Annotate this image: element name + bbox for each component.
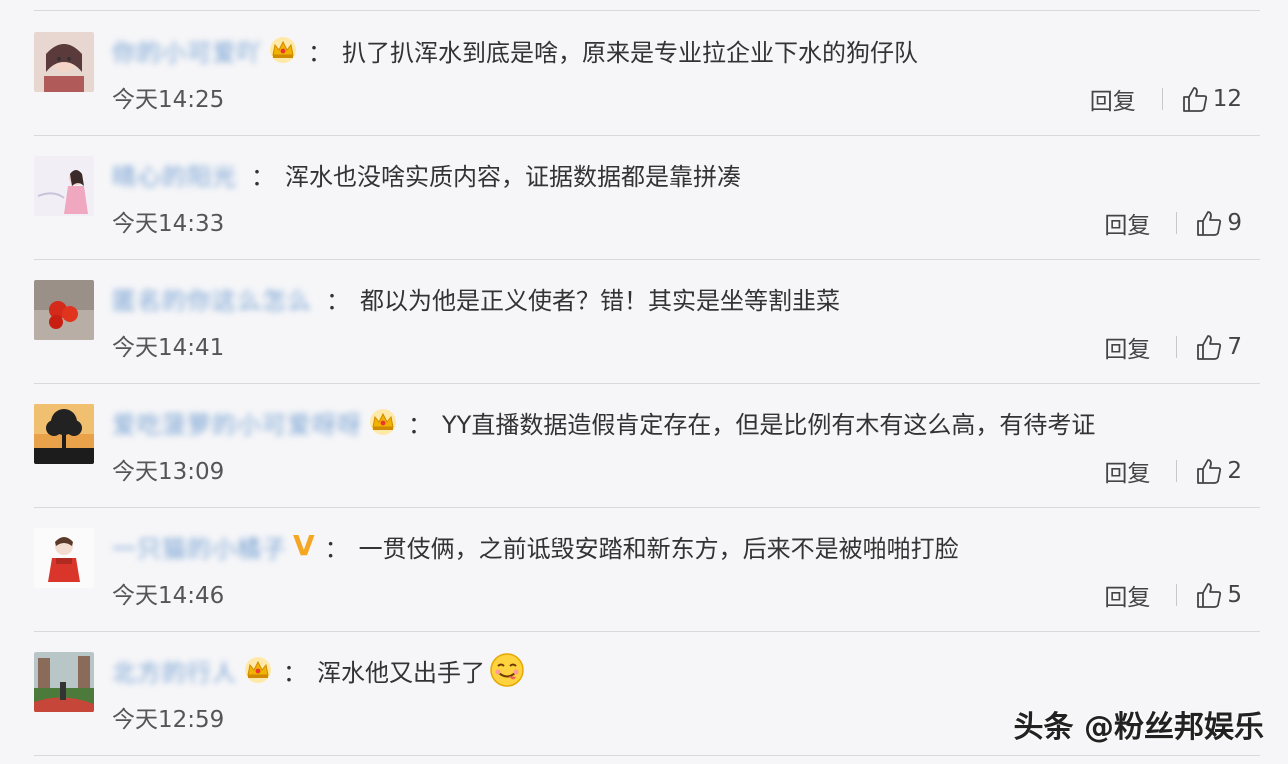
comment-text: 浑水也没啥实质内容，证据数据都是靠拼凑 — [285, 162, 741, 191]
comment-item: 一只猫的小橘子 V ： 一贯伎俩，之前诋毁安踏和新东方，后来不是被啪啪打脸 今天… — [0, 508, 1288, 632]
like-count: 2 — [1227, 458, 1242, 484]
comment-item: 晴心的阳光 ： 浑水也没啥实质内容，证据数据都是靠拼凑 今天14:33 回复 9 — [0, 136, 1288, 260]
comment-text: 扒了扒浑水到底是啥，原来是专业拉企业下水的狗仔队 — [342, 38, 918, 67]
username[interactable]: 你的小可爱吖 — [112, 33, 262, 68]
comment-text: 浑水他又出手了 — [317, 658, 485, 687]
crown-icon — [370, 409, 396, 435]
like-icon[interactable] — [1195, 457, 1223, 485]
username[interactable]: 一只猫的小橘子 — [112, 529, 287, 564]
crown-icon — [270, 37, 296, 63]
avatar[interactable] — [34, 156, 94, 216]
watermark: 头条 @粉丝邦娱乐 — [1013, 710, 1264, 745]
reply-button[interactable]: 回复 — [1090, 82, 1136, 116]
username[interactable]: 匿名的你这么怎么 — [112, 281, 312, 316]
timestamp: 今天14:46 — [112, 583, 225, 609]
username[interactable]: 北方的行人 — [112, 653, 237, 688]
like-icon[interactable] — [1195, 581, 1223, 609]
like-count: 9 — [1227, 210, 1242, 236]
timestamp: 今天14:25 — [112, 87, 225, 113]
reply-button[interactable]: 回复 — [1104, 330, 1150, 364]
avatar[interactable] — [34, 32, 94, 92]
crown-icon — [245, 657, 271, 683]
like-icon[interactable] — [1195, 209, 1223, 237]
timestamp: 今天12:59 — [112, 707, 225, 733]
comment-text: YY直播数据造假肯定存在，但是比例有木有这么高，有待考证 — [442, 410, 1096, 439]
comment-text: 都以为他是正义使者？错！其实是坐等割韭菜 — [360, 286, 840, 315]
comment-text: 一贯伎俩，之前诋毁安踏和新东方，后来不是被啪啪打脸 — [358, 534, 959, 563]
comment-item: 爱吃菠萝的小可爱呀呀 ： YY直播数据造假肯定存在，但是比例有木有这么高，有待考… — [0, 384, 1288, 508]
avatar[interactable] — [34, 404, 94, 464]
avatar[interactable] — [34, 528, 94, 588]
comment-item: 匿名的你这么怎么 ： 都以为他是正义使者？错！其实是坐等割韭菜 今天14:41 … — [0, 260, 1288, 384]
like-count: 12 — [1212, 86, 1242, 112]
avatar[interactable] — [34, 652, 94, 712]
divider — [34, 755, 1260, 756]
reply-button[interactable]: 回复 — [1104, 206, 1150, 240]
comment-item: 你的小可爱吖 ： 扒了扒浑水到底是啥，原来是专业拉企业下水的狗仔队 今天14:2… — [0, 12, 1288, 136]
username[interactable]: 晴心的阳光 — [112, 157, 237, 192]
reply-button[interactable]: 回复 — [1104, 454, 1150, 488]
like-icon[interactable] — [1195, 333, 1223, 361]
yummy-face-icon — [490, 653, 524, 687]
timestamp: 今天14:33 — [112, 211, 225, 237]
timestamp: 今天14:41 — [112, 335, 225, 361]
top-divider — [34, 10, 1260, 11]
like-icon[interactable] — [1181, 85, 1209, 113]
reply-button[interactable]: 回复 — [1104, 578, 1150, 612]
avatar[interactable] — [34, 280, 94, 340]
like-count: 5 — [1227, 582, 1242, 608]
like-count: 7 — [1227, 334, 1242, 360]
timestamp: 今天13:09 — [112, 459, 225, 485]
username[interactable]: 爱吃菠萝的小可爱呀呀 — [112, 405, 362, 440]
verified-v-icon: V — [293, 529, 315, 562]
